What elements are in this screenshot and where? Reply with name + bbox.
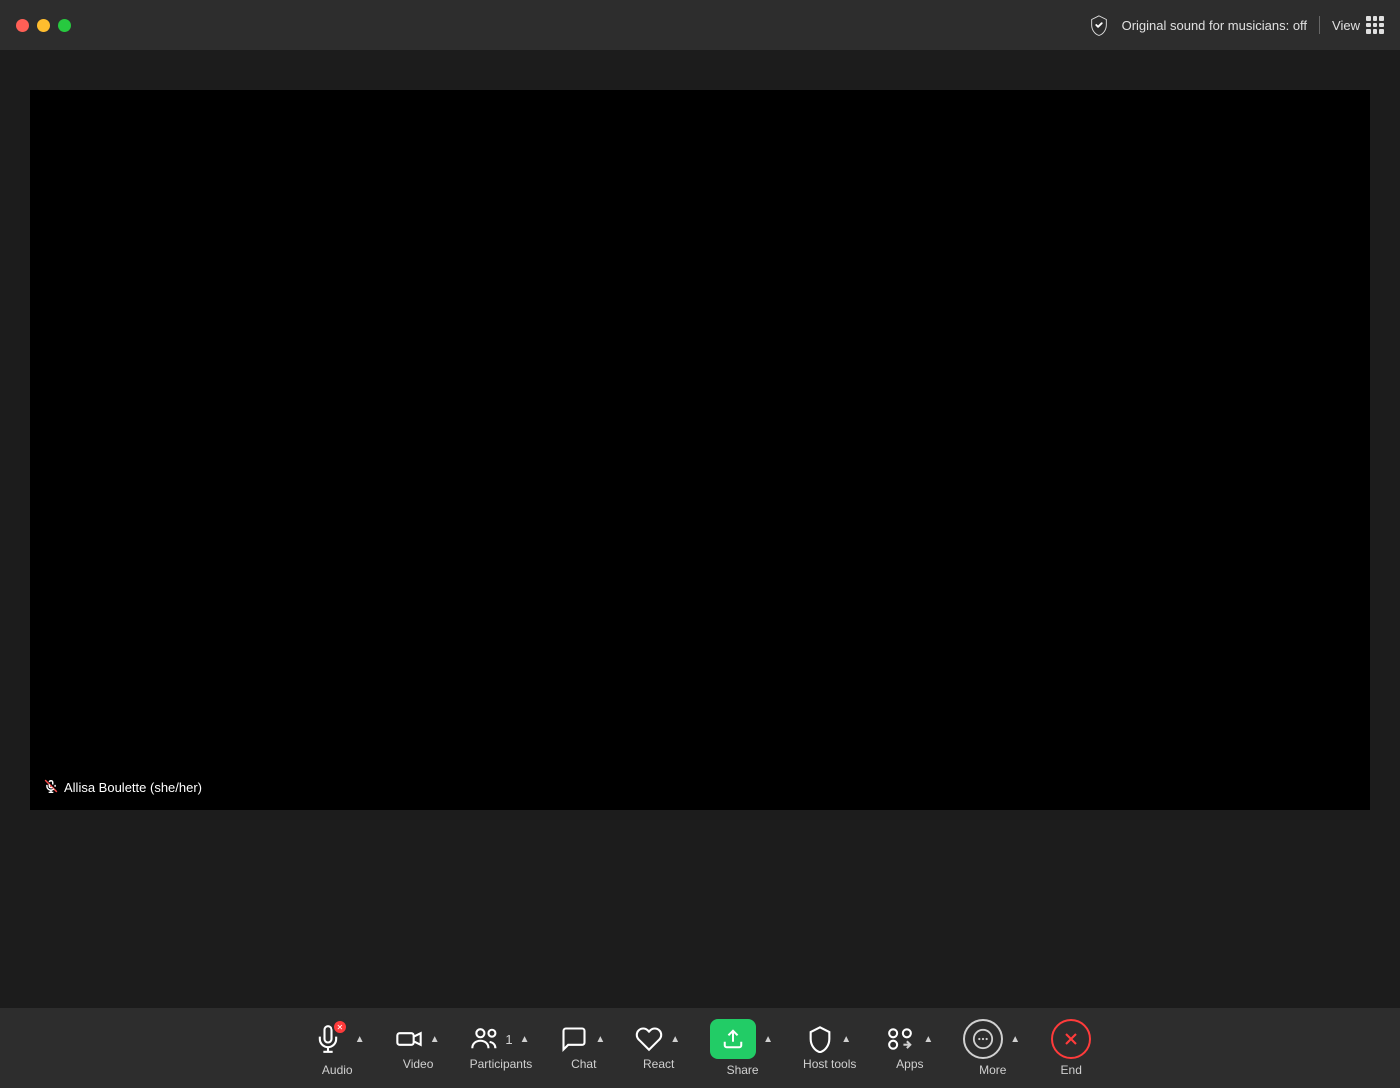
participant-name: Allisa Boulette (she/her)	[64, 780, 202, 795]
participants-chevron[interactable]: ▲	[518, 1032, 532, 1047]
share-icon-group: ▲	[710, 1019, 775, 1059]
chat-label: Chat	[571, 1057, 596, 1071]
close-button[interactable]	[16, 19, 29, 32]
more-button[interactable]: ▲ More	[949, 1013, 1036, 1083]
participant-count: 1	[505, 1032, 512, 1047]
participants-icon-group: 1 ▲	[470, 1025, 531, 1053]
view-label: View	[1332, 18, 1360, 33]
chat-button[interactable]: ▲ Chat	[546, 1019, 621, 1077]
host-tools-label: Host tools	[803, 1057, 856, 1071]
host-tools-chevron[interactable]: ▲	[839, 1032, 853, 1047]
react-icon-group: ▲	[635, 1025, 682, 1053]
titlebar-right: Original sound for musicians: off View	[1088, 14, 1384, 36]
audio-icon-group: ✕ ▲	[308, 1019, 367, 1059]
participant-label: Allisa Boulette (she/her)	[44, 779, 202, 796]
participants-button[interactable]: 1 ▲ Participants	[456, 1019, 547, 1077]
video-area: Allisa Boulette (she/her)	[30, 90, 1370, 810]
video-button[interactable]: ▲ Video	[381, 1019, 456, 1077]
host-tools-button[interactable]: ▲ Host tools	[789, 1019, 870, 1077]
react-button[interactable]: ▲ React	[621, 1019, 696, 1077]
host-tools-icon-group: ▲	[806, 1025, 853, 1053]
video-icon-group: ▲	[395, 1025, 442, 1053]
maximize-button[interactable]	[58, 19, 71, 32]
more-label: More	[979, 1063, 1006, 1077]
shield-icon	[1088, 14, 1110, 36]
minimize-button[interactable]	[37, 19, 50, 32]
toolbar: ✕ ▲ Audio ▲ Video 1 ▲ Particip	[0, 1008, 1400, 1088]
video-chevron[interactable]: ▲	[428, 1032, 442, 1047]
apps-button[interactable]: ▲ Apps	[870, 1019, 949, 1077]
apps-label: Apps	[896, 1057, 923, 1071]
muted-icon	[44, 779, 58, 796]
view-button[interactable]: View	[1332, 16, 1384, 34]
divider	[1319, 16, 1320, 34]
sound-status-label: Original sound for musicians: off	[1122, 18, 1307, 33]
spacer	[0, 810, 1400, 858]
apps-chevron[interactable]: ▲	[921, 1032, 935, 1047]
react-chevron[interactable]: ▲	[668, 1032, 682, 1047]
share-icon	[710, 1019, 756, 1059]
share-button[interactable]: ▲ Share	[696, 1013, 789, 1083]
chat-icon-group: ▲	[560, 1025, 607, 1053]
more-icon	[963, 1019, 1003, 1059]
audio-chevron[interactable]: ▲	[353, 1032, 367, 1047]
more-icon-group: ▲	[963, 1019, 1022, 1059]
secondary-bar	[0, 50, 1400, 90]
end-label: End	[1061, 1063, 1082, 1077]
end-icon	[1051, 1019, 1091, 1059]
video-label: Video	[403, 1057, 433, 1071]
apps-icon-group: ▲	[884, 1025, 935, 1053]
muted-badge: ✕	[332, 1019, 348, 1035]
share-chevron[interactable]: ▲	[761, 1032, 775, 1047]
titlebar: Original sound for musicians: off View	[0, 0, 1400, 50]
participants-label: Participants	[470, 1057, 533, 1071]
react-label: React	[643, 1057, 674, 1071]
more-chevron[interactable]: ▲	[1008, 1032, 1022, 1047]
grid-icon	[1366, 16, 1384, 34]
audio-icon-wrap: ✕	[308, 1019, 348, 1059]
audio-button[interactable]: ✕ ▲ Audio	[294, 1013, 381, 1083]
audio-label: Audio	[322, 1063, 353, 1077]
end-icon-group	[1051, 1019, 1091, 1059]
chat-chevron[interactable]: ▲	[593, 1032, 607, 1047]
traffic-lights	[16, 19, 71, 32]
share-label: Share	[727, 1063, 759, 1077]
end-button[interactable]: End	[1036, 1013, 1106, 1083]
